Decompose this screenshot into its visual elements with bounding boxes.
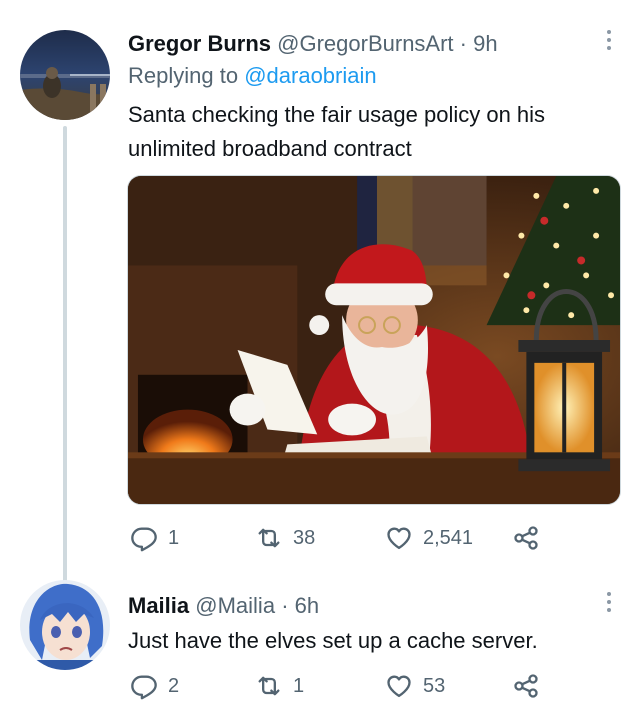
reply-button[interactable]: 2 <box>130 671 179 701</box>
tweet-actions: 2 1 53 <box>0 671 640 701</box>
thread-line <box>63 126 67 588</box>
retweet-icon <box>258 676 280 696</box>
more-icon[interactable] <box>604 30 614 54</box>
timestamp[interactable]: 9h <box>473 31 497 56</box>
share-button[interactable] <box>512 523 550 553</box>
tweet-mailia[interactable]: Mailia @Mailia · 6h Just have the elves … <box>0 580 640 724</box>
reply-button[interactable]: 1 <box>130 523 179 553</box>
tweet-image[interactable] <box>127 175 621 505</box>
tweet-header: Gregor Burns @GregorBurnsArt · 9h <box>128 30 498 58</box>
reply-count: 1 <box>168 526 180 549</box>
like-count: 53 <box>423 674 446 697</box>
reply-icon <box>131 675 157 700</box>
like-button[interactable]: 2,541 <box>385 523 473 553</box>
handle[interactable]: @GregorBurnsArt <box>277 31 453 56</box>
retweet-button[interactable]: 38 <box>255 523 315 553</box>
share-icon <box>514 674 538 698</box>
replying-to-mention[interactable]: @daraobriain <box>244 63 376 88</box>
tweet-gregor[interactable]: Gregor Burns @GregorBurnsArt · 9h Replyi… <box>0 0 640 588</box>
tweet-actions: 1 38 2,541 <box>0 523 640 553</box>
retweet-icon <box>258 528 280 548</box>
heart-icon <box>387 675 411 698</box>
more-icon[interactable] <box>604 592 614 616</box>
tweet-text: Just have the elves set up a cache serve… <box>128 628 538 653</box>
avatar-mailia[interactable] <box>20 580 110 670</box>
tweet-header: Mailia @Mailia · 6h <box>128 592 319 620</box>
like-button[interactable]: 53 <box>385 671 445 701</box>
display-name[interactable]: Mailia <box>128 593 189 618</box>
retweet-button[interactable]: 1 <box>255 671 304 701</box>
share-icon <box>514 526 538 550</box>
heart-icon <box>387 527 411 550</box>
replying-to-label: Replying to <box>128 63 239 88</box>
timestamp[interactable]: 6h <box>295 593 319 618</box>
separator: · <box>459 31 467 56</box>
retweet-count: 38 <box>293 526 316 549</box>
handle[interactable]: @Mailia <box>195 593 275 618</box>
tweet-text: Santa checking the fair usage policy on … <box>128 102 546 161</box>
share-button[interactable] <box>512 671 550 701</box>
avatar-gregor[interactable] <box>20 30 110 120</box>
like-count: 2,541 <box>423 526 474 549</box>
replying-to-line: Replying to @daraobriain <box>128 62 377 90</box>
retweet-count: 1 <box>293 674 305 697</box>
reply-count: 2 <box>168 674 180 697</box>
display-name[interactable]: Gregor Burns <box>128 31 271 56</box>
separator: · <box>281 593 289 618</box>
reply-icon <box>131 527 157 552</box>
